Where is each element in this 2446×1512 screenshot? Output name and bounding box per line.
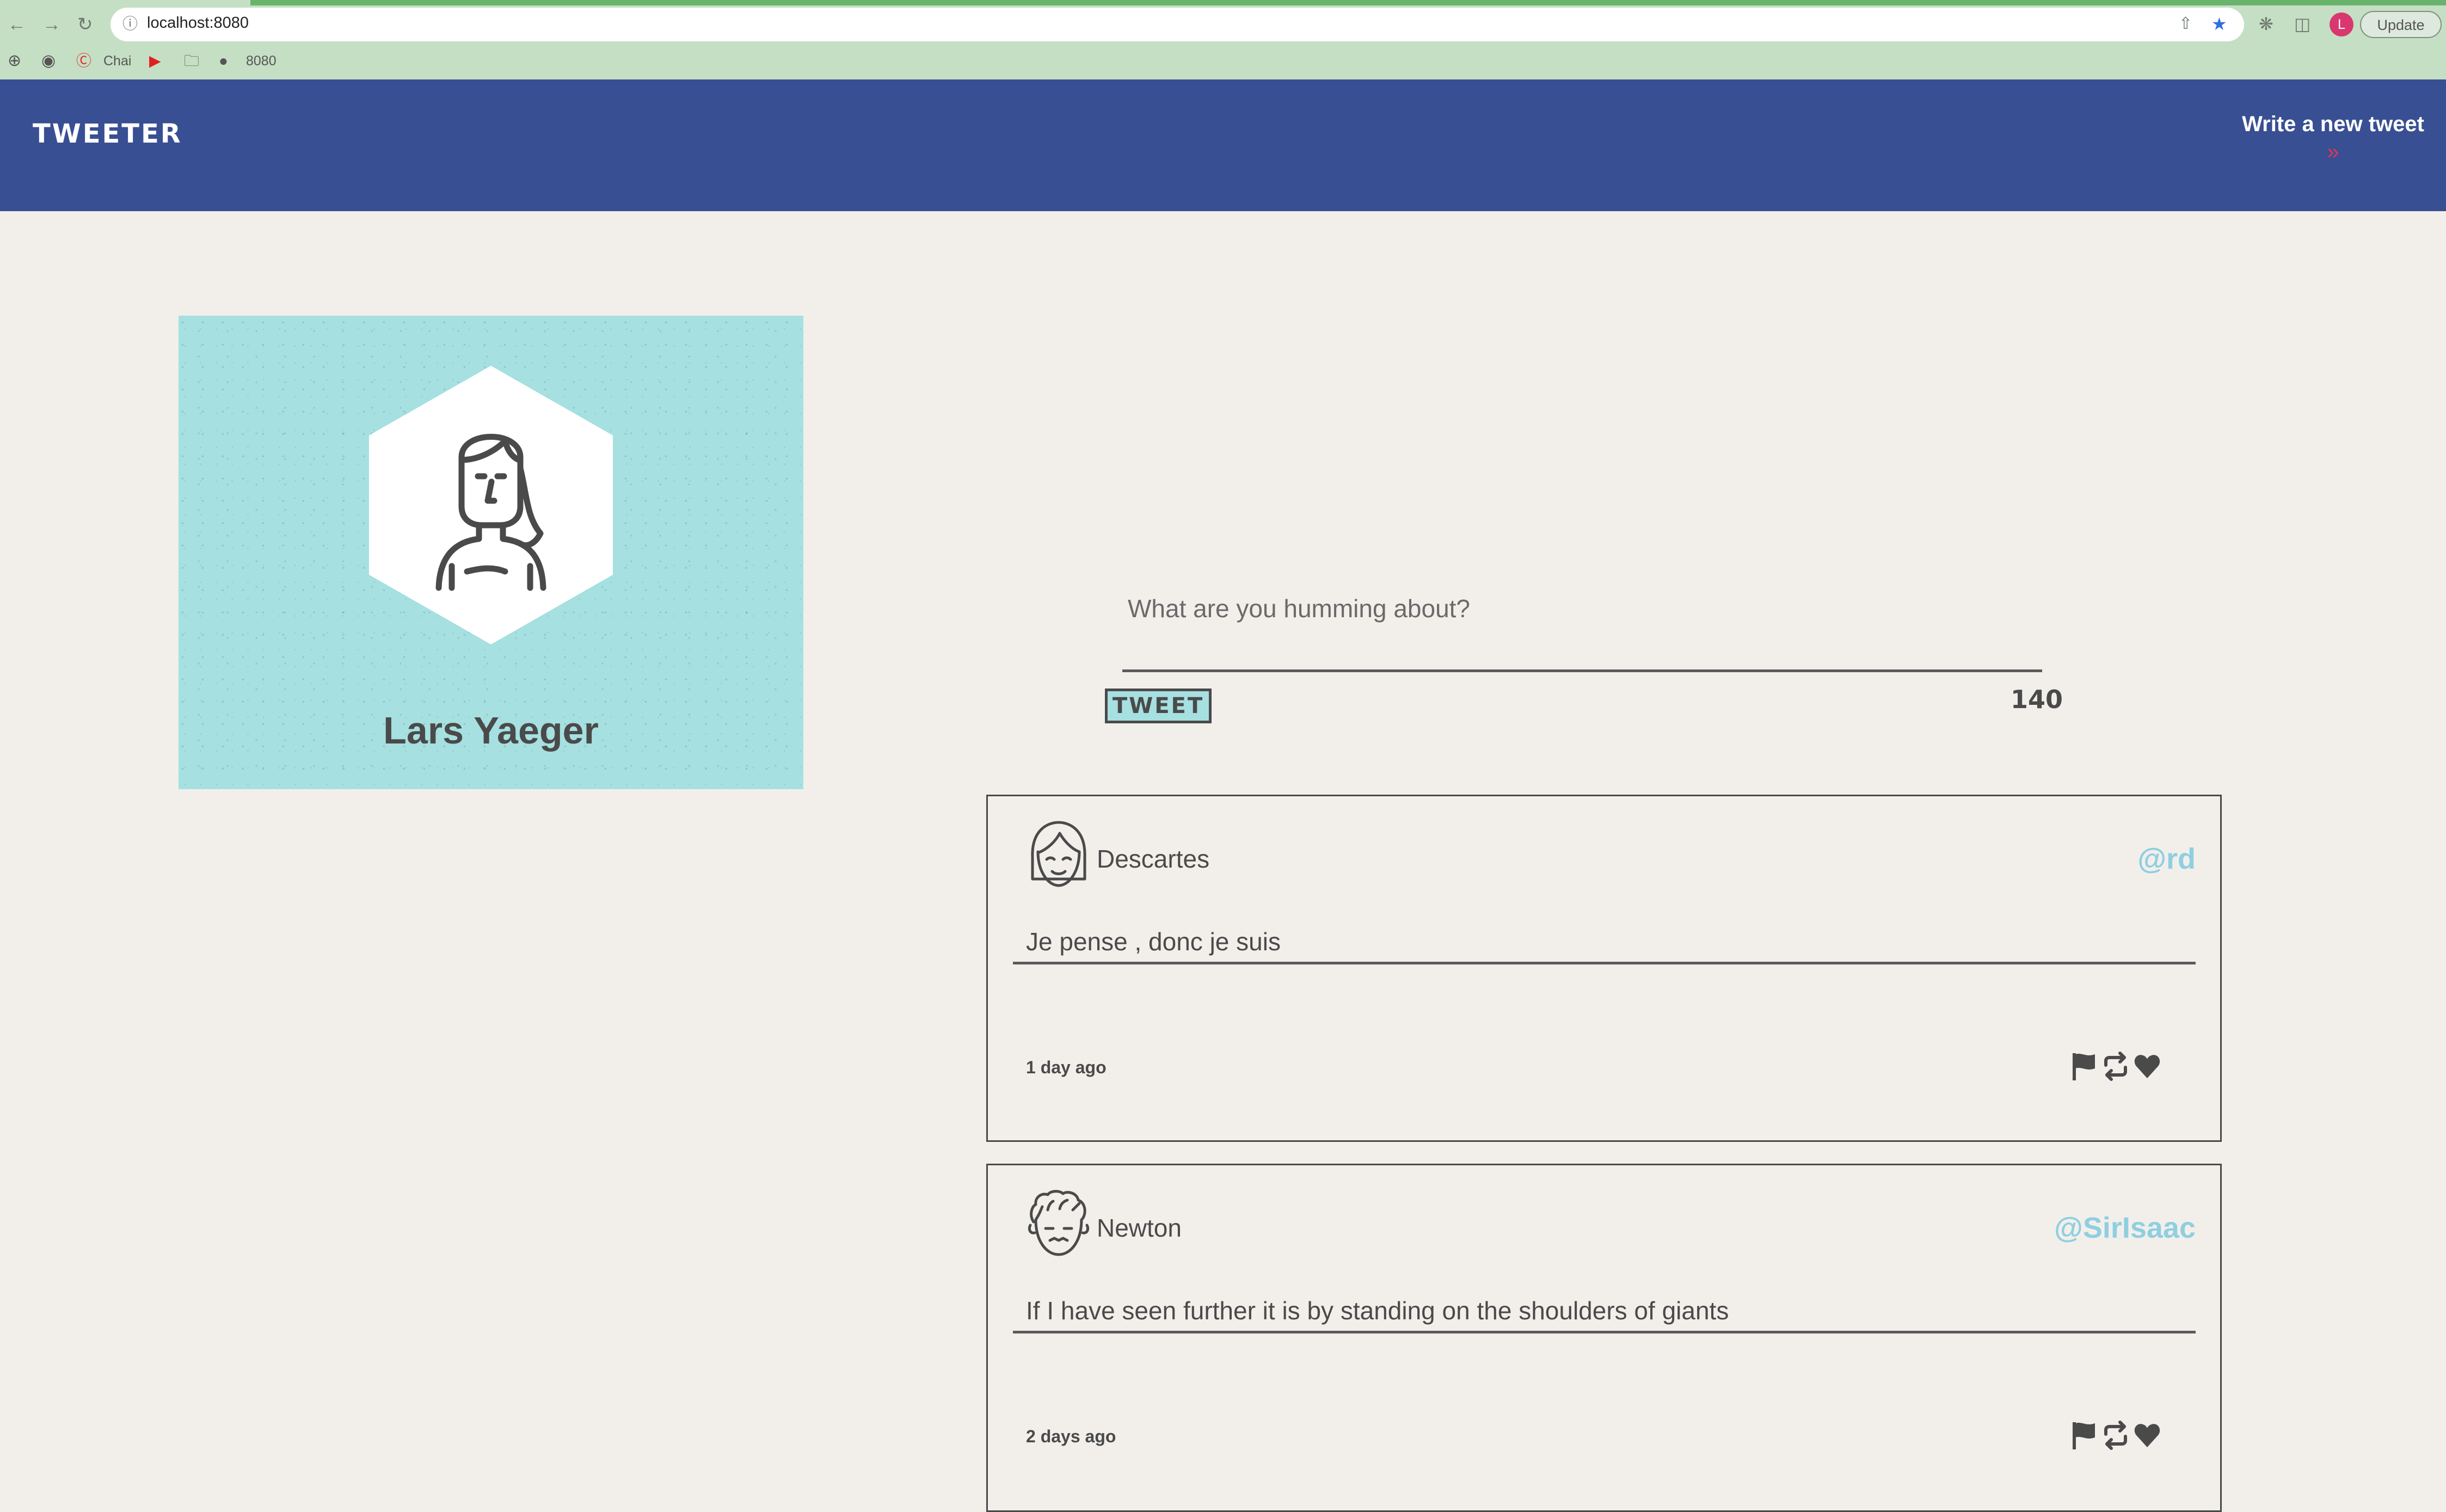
retweet-icon[interactable] <box>2101 1051 2130 1081</box>
flag-icon[interactable] <box>2070 1051 2098 1081</box>
tweet-author-avatar-icon <box>1028 1190 1090 1256</box>
tweet-author-handle: @SirIsaac <box>2054 1212 2196 1244</box>
tweet-content: Je pense , donc je suis <box>1013 927 2196 964</box>
flag-icon[interactable] <box>2070 1420 2098 1450</box>
tweet-actions <box>2070 1051 2161 1081</box>
profile-card: Lars Yaeger <box>179 316 803 789</box>
tweet-author-handle: @rd <box>2137 843 2196 875</box>
tweet-timestamp: 2 days ago <box>1026 1427 1116 1446</box>
tweet-timestamp: 1 day ago <box>1026 1058 1107 1077</box>
star-icon[interactable]: ★ <box>2211 13 2227 35</box>
tweet-author-name: Newton <box>1097 1214 1182 1242</box>
browser-chrome: ← → ↻ ⓘ ⇧ ★ localhost:8080 ❋ ◫ L Update … <box>0 0 2446 79</box>
char-counter: 140 <box>2010 685 2063 714</box>
back-icon[interactable]: ← <box>8 14 26 35</box>
share-icon[interactable]: ⇧ <box>2179 13 2192 35</box>
retweet-icon[interactable] <box>2101 1420 2130 1450</box>
github-icon[interactable]: ◉ <box>41 52 56 70</box>
folder-icon[interactable]: 🗀 <box>184 52 199 70</box>
address-bar[interactable]: ⓘ ⇧ ★ <box>110 8 2244 41</box>
profile-name: Lars Yaeger <box>383 709 599 752</box>
tweet-content: If I have seen further it is by standing… <box>1013 1296 2196 1333</box>
write-tweet-toggle[interactable]: Write a new tweet » <box>2242 112 2424 163</box>
reload-icon[interactable]: ↻ <box>77 14 93 35</box>
site-info-icon[interactable]: ⓘ <box>122 13 138 35</box>
url-text: localhost:8080 <box>147 14 249 32</box>
tweet-submit-button[interactable]: TWEET <box>1105 689 1212 723</box>
youtube-icon[interactable]: ▶ <box>149 52 161 70</box>
browser-tab[interactable] <box>93 0 250 5</box>
sidebar-icon[interactable]: ◫ <box>2294 13 2310 35</box>
chai-icon[interactable]: Ⓒ <box>76 52 91 70</box>
tab-strip <box>0 0 2446 5</box>
forward-icon[interactable]: → <box>42 14 61 35</box>
double-chevron-down-icon[interactable]: » <box>2242 141 2424 163</box>
globe-icon[interactable]: ● <box>219 52 228 70</box>
tweet-card: Newton @SirIsaac If I have seen further … <box>986 1164 2222 1512</box>
add-bookmark-icon[interactable]: ⊕ <box>8 52 21 70</box>
navbar: TWEETER Write a new tweet » <box>0 79 2446 211</box>
write-tweet-label[interactable]: Write a new tweet <box>2242 112 2424 137</box>
tweet-actions <box>2070 1420 2161 1450</box>
heart-icon[interactable] <box>2133 1051 2161 1081</box>
extensions-icon[interactable]: ❋ <box>2259 13 2273 35</box>
bookmark-8080[interactable]: 8080 <box>246 52 276 70</box>
tweet-author-avatar-icon <box>1031 821 1086 887</box>
profile-avatar-button[interactable]: L <box>2330 13 2353 36</box>
bookmark-chai[interactable]: Chai <box>103 52 131 70</box>
tweet-card: Descartes @rd Je pense , donc je suis 1 … <box>986 795 2222 1142</box>
bookmarks-bar: ⊕ ◉ Ⓒ Chai ▶ 🗀 ● 8080 <box>0 46 2446 74</box>
update-button[interactable]: Update <box>2360 11 2442 38</box>
browser-tab[interactable] <box>0 0 93 5</box>
brand-logo[interactable]: TWEETER <box>33 119 182 149</box>
profile-avatar-icon <box>435 434 546 591</box>
tweet-author-name: Descartes <box>1097 845 1210 873</box>
heart-icon[interactable] <box>2133 1420 2161 1450</box>
tweet-compose-input[interactable] <box>1122 591 2042 672</box>
